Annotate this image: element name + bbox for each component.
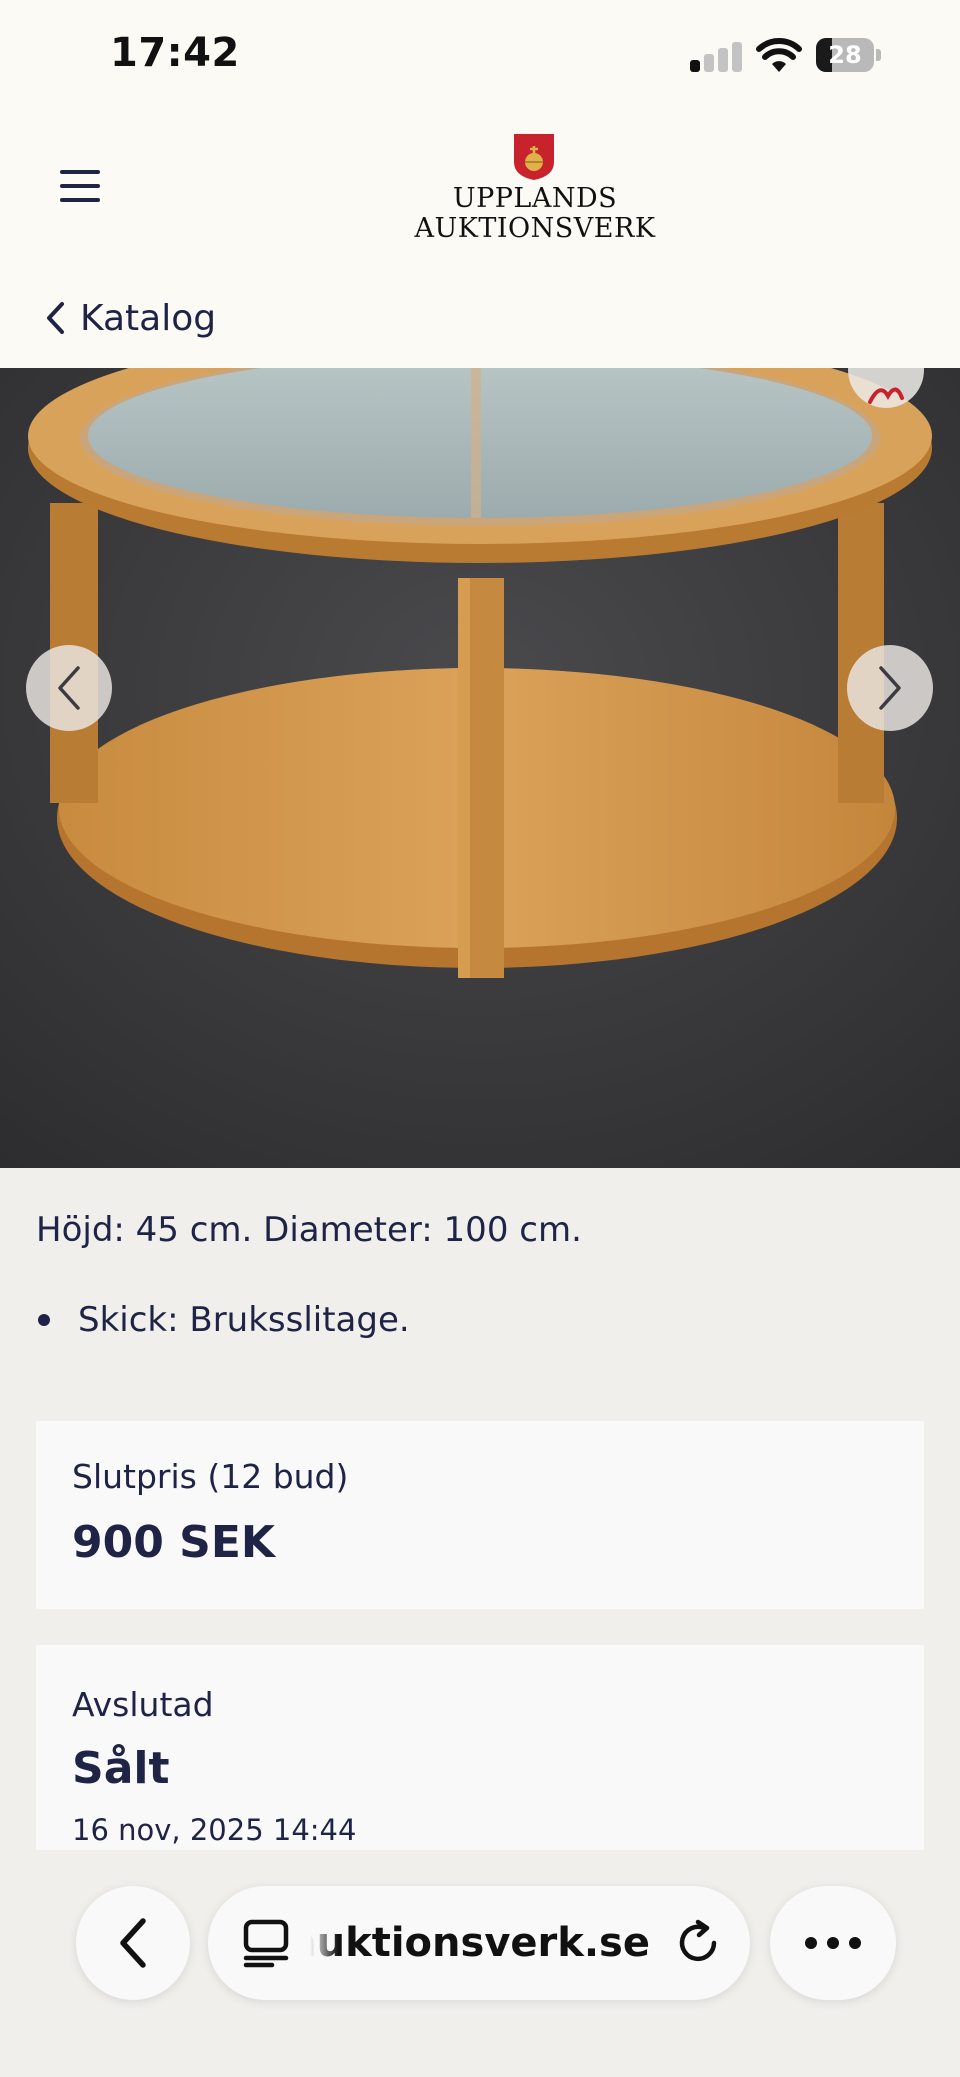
more-icon xyxy=(805,1937,861,1949)
back-link-label: Katalog xyxy=(80,297,217,339)
logo-line-1: UPPLANDS xyxy=(452,183,618,214)
chevron-left-icon xyxy=(58,666,80,710)
final-price-value: 900 SEK xyxy=(72,1517,276,1568)
product-description: Höjd: 45 cm. Diameter: 100 cm. Skick: Br… xyxy=(36,1200,926,1350)
address-url: auktionsverk.se xyxy=(310,1920,650,1966)
product-image-carousel[interactable] xyxy=(0,368,960,1168)
browser-back-button[interactable] xyxy=(76,1886,190,2000)
cellular-signal-icon xyxy=(690,40,742,72)
carousel-prev-button[interactable] xyxy=(26,645,112,731)
heart-icon xyxy=(868,387,904,404)
reload-icon[interactable] xyxy=(674,1919,722,1967)
chevron-right-icon xyxy=(879,666,901,710)
breadcrumb: Katalog xyxy=(0,270,960,368)
bullet-icon xyxy=(38,1314,50,1326)
back-to-catalog-link[interactable]: Katalog xyxy=(44,290,216,346)
dimensions-text: Höjd: 45 cm. Diameter: 100 cm. xyxy=(36,1210,582,1250)
status-bar: 17:42 28 xyxy=(0,0,960,110)
product-photo xyxy=(0,368,960,1168)
auction-status-card: Avslutad Sålt 16 nov, 2025 14:44 xyxy=(36,1645,924,1850)
auction-end-date: 16 nov, 2025 14:44 xyxy=(72,1813,357,1847)
carousel-next-button[interactable] xyxy=(847,645,933,731)
site-header: UPPLANDS AUKTIONSVERK xyxy=(0,110,960,270)
logo-line-2: AUKTIONSVERK xyxy=(414,213,656,244)
battery-icon: 28 xyxy=(816,38,882,74)
status-time: 17:42 xyxy=(110,30,240,76)
address-bar[interactable]: auktionsverk.se xyxy=(208,1886,750,2000)
wifi-icon xyxy=(756,38,802,72)
more-options-button[interactable] xyxy=(770,1886,896,2000)
browser-toolbar: auktionsverk.se xyxy=(0,1850,960,2077)
tabs-icon xyxy=(243,1919,289,1968)
chevron-left-icon xyxy=(47,302,64,334)
hamburger-menu-icon[interactable] xyxy=(52,160,108,216)
auction-status-label: Avslutad xyxy=(72,1685,214,1724)
final-price-label: Slutpris (12 bud) xyxy=(72,1457,349,1496)
site-logo[interactable]: UPPLANDS AUKTIONSVERK xyxy=(380,120,690,250)
back-arrow-icon xyxy=(120,1918,146,1968)
list-item: Skick: Bruksslitage. xyxy=(36,1290,926,1350)
condition-text: Skick: Bruksslitage. xyxy=(78,1300,410,1340)
final-price-card: Slutpris (12 bud) 900 SEK xyxy=(36,1421,924,1609)
auction-status-value: Sålt xyxy=(72,1743,170,1794)
battery-level: 28 xyxy=(828,41,862,69)
coat-of-arms-icon xyxy=(514,134,554,180)
